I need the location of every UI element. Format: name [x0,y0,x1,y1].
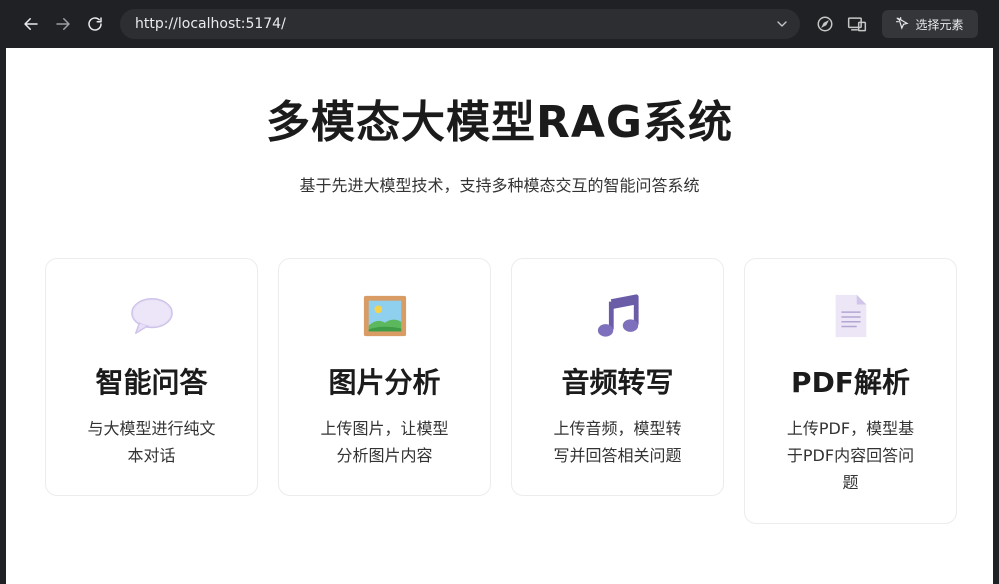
card-description: 上传图片，让模型分析图片内容 [320,419,449,465]
reload-button[interactable] [82,11,108,37]
select-element-button[interactable]: 选择元素 [882,10,978,38]
browser-toolbar: http://localhost:5174/ 选择元素 [0,0,999,48]
back-button[interactable] [18,11,44,37]
card-pdf-parsing[interactable]: PDF解析 上传PDF，模型基于PDF内容回答问题 [744,258,957,524]
document-icon [745,293,956,341]
card-description: 上传PDF，模型基于PDF内容回答问题 [786,419,915,492]
speech-bubble-icon [46,293,257,341]
card-title: 图片分析 [328,366,441,399]
card-description: 上传音频，模型转写并回答相关问题 [553,419,682,465]
card-chat[interactable]: 智能问答 与大模型进行纯文本对话 [45,258,258,496]
card-title: PDF解析 [791,366,910,399]
framed-picture-icon [279,293,490,341]
arrow-right-icon [56,18,70,30]
music-notes-icon [512,293,723,341]
page-viewport: 多模态大模型RAG系统 基于先进大模型技术，支持多种模态交互的智能问答系统 智能… [6,48,993,584]
select-element-label: 选择元素 [915,17,964,32]
page-title: 多模态大模型RAG系统 [265,97,734,148]
card-audio-transcription[interactable]: 音频转写 上传音频，模型转写并回答相关问题 [511,258,724,496]
forward-button[interactable] [50,11,76,37]
chevron-down-icon[interactable] [774,16,790,32]
cursor-select-icon [896,17,910,30]
arrow-left-icon [24,18,38,30]
compass-icon[interactable] [814,13,836,35]
page-subtitle: 基于先进大模型技术，支持多种模态交互的智能问答系统 [299,176,700,195]
url-text: http://localhost:5174/ [135,16,286,32]
reload-icon [88,17,102,31]
responsive-devices-icon[interactable] [846,13,868,35]
address-bar[interactable]: http://localhost:5174/ [120,9,800,39]
card-title: 音频转写 [561,366,674,399]
card-title: 智能问答 [95,366,208,399]
card-description: 与大模型进行纯文本对话 [87,419,216,465]
card-image-analysis[interactable]: 图片分析 上传图片，让模型分析图片内容 [278,258,491,496]
